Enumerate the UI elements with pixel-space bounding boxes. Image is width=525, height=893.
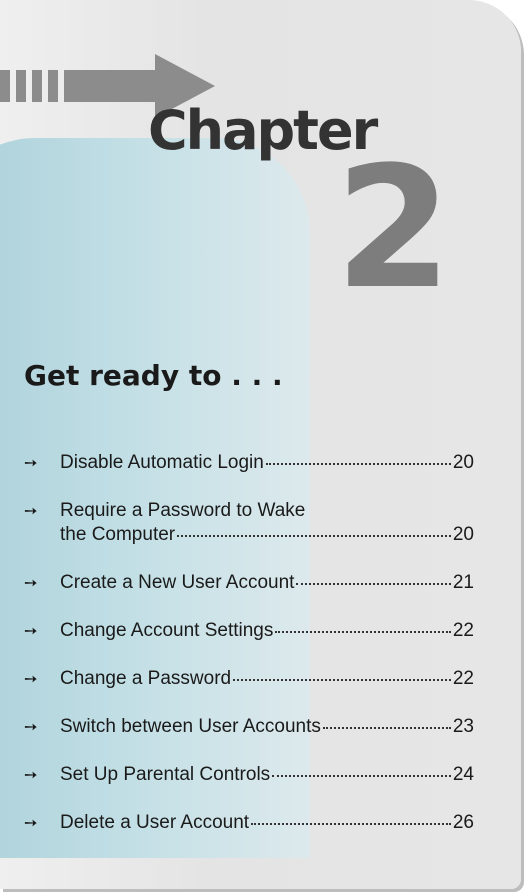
toc-page-number: 20 xyxy=(452,452,474,473)
arrow-bar xyxy=(0,70,10,102)
toc-item[interactable]: ➙ Switch between User Accounts 23 xyxy=(24,716,474,740)
arrow-bar xyxy=(32,70,42,102)
toc-item-label: Change a Password xyxy=(60,668,232,689)
toc-item-label: Set Up Parental Controls xyxy=(60,764,271,785)
toc-page-number: 24 xyxy=(452,764,474,785)
toc-item[interactable]: ➙ Delete a User Account 26 xyxy=(24,812,474,836)
dot-leader xyxy=(275,630,451,633)
dot-leader xyxy=(322,726,451,729)
toc-item[interactable]: ➙ Set Up Parental Controls 24 xyxy=(24,764,474,788)
arrow-bar xyxy=(16,70,26,102)
toc-item[interactable]: ➙ Change Account Settings 22 xyxy=(24,620,474,644)
arrow-icon: ➙ xyxy=(24,767,37,784)
toc-page-number: 22 xyxy=(452,620,474,641)
toc-item-label: the Computer xyxy=(60,524,176,545)
arrow-bar xyxy=(48,70,58,102)
toc-page-number: 20 xyxy=(452,524,474,545)
dot-leader xyxy=(272,774,451,777)
dot-leader xyxy=(251,822,451,825)
arrow-shaft xyxy=(64,70,156,102)
toc-item-label: Delete a User Account xyxy=(60,812,250,833)
toc-item-label: Change Account Settings xyxy=(60,620,274,641)
decorative-blob xyxy=(0,138,310,858)
toc-item[interactable]: ➙ Create a New User Account 21 xyxy=(24,572,474,596)
toc-page-number: 21 xyxy=(452,572,474,593)
toc-item[interactable]: ➙ Require a Password to Wake the Computer 2… xyxy=(24,500,474,548)
arrow-icon: ➙ xyxy=(24,503,37,520)
arrow-icon: ➙ xyxy=(24,671,37,688)
arrow-icon: ➙ xyxy=(24,623,37,640)
toc-item-label: Disable Automatic Login xyxy=(60,452,264,473)
arrow-icon: ➙ xyxy=(24,815,37,832)
dot-leader xyxy=(265,462,451,465)
dot-leader xyxy=(177,534,451,537)
toc-item-label: Require a Password to Wake xyxy=(60,500,306,521)
dot-leader xyxy=(296,582,451,585)
arrow-icon: ➙ xyxy=(24,575,37,592)
dot-leader xyxy=(233,678,451,681)
section-heading: Get ready to . . . xyxy=(24,359,283,392)
chapter-number: 2 xyxy=(335,130,452,326)
chapter-opener-page: Chapter 2 Get ready to . . . ➙ Disable Au… xyxy=(0,0,521,889)
toc-item[interactable]: ➙ Change a Password 22 xyxy=(24,668,474,692)
toc-page-number: 22 xyxy=(452,668,474,689)
toc-item-label: Switch between User Accounts xyxy=(60,716,321,737)
arrow-icon: ➙ xyxy=(24,719,37,736)
toc-item-label: Create a New User Account xyxy=(60,572,295,593)
toc-page-number: 26 xyxy=(452,812,474,833)
toc-item[interactable]: ➙ Disable Automatic Login 20 xyxy=(24,452,474,476)
toc-page-number: 23 xyxy=(452,716,474,737)
arrow-icon: ➙ xyxy=(24,455,37,472)
